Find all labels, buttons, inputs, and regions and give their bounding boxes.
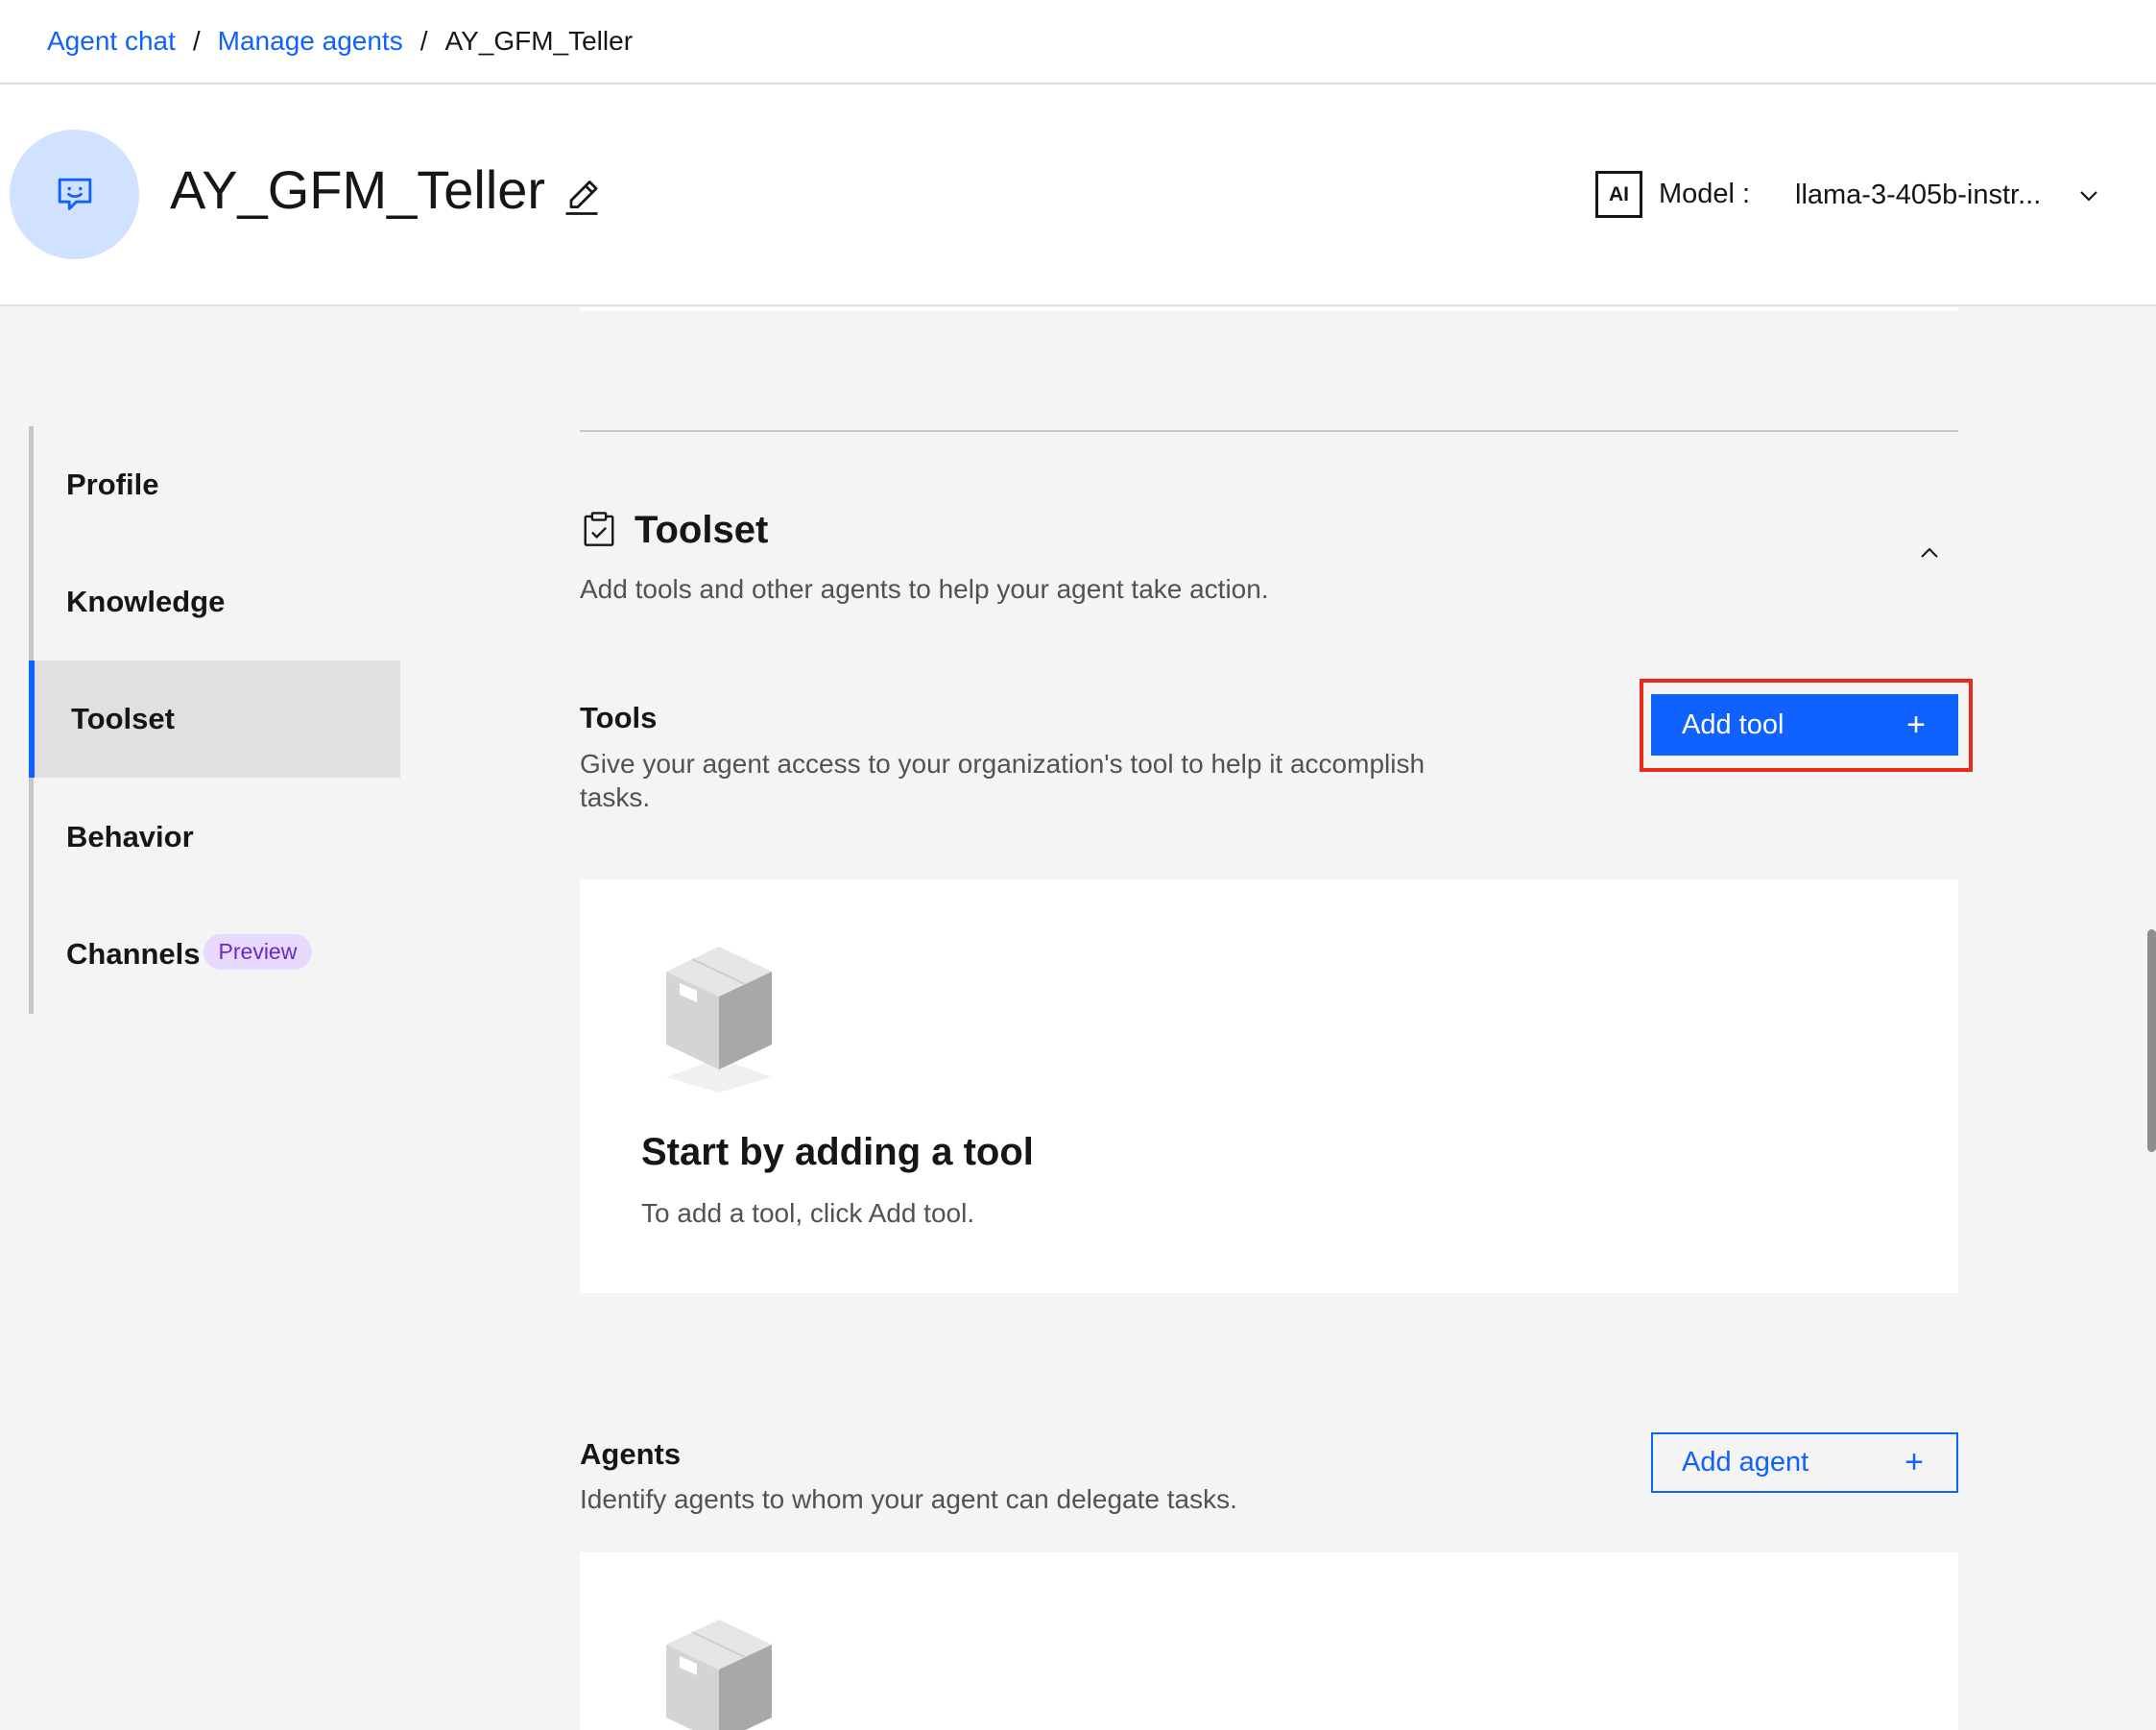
add-tool-button[interactable]: Add tool + (1651, 694, 1958, 756)
plus-icon: + (1904, 1444, 1924, 1480)
tools-empty-state: Start by adding a tool To add a tool, cl… (580, 879, 1958, 1293)
chevron-up-icon[interactable] (1914, 538, 1945, 568)
agents-description: Identify agents to whom your agent can d… (580, 1484, 1237, 1514)
sidenav-item-label: Toolset (71, 702, 175, 735)
preview-tag: Preview (203, 933, 313, 970)
tools-empty-description: To add a tool, click Add tool. (641, 1198, 975, 1228)
agent-avatar (10, 130, 139, 259)
breadcrumb-separator: / (192, 26, 201, 56)
card-edge (580, 307, 1958, 311)
breadcrumb-separator: / (419, 26, 428, 56)
breadcrumb-agent-chat[interactable]: Agent chat (47, 26, 176, 57)
section-divider (580, 430, 1958, 432)
sidenav-item-behavior[interactable]: Behavior (29, 779, 400, 896)
breadcrumb-manage-agents[interactable]: Manage agents (218, 26, 403, 57)
sidenav-item-toolset[interactable]: Toolset (29, 661, 400, 778)
breadcrumb: Agent chat / Manage agents / AY_GFM_Tell… (0, 0, 2156, 84)
tools-description: Give your agent access to your organizat… (580, 749, 1425, 812)
sidenav-item-profile[interactable]: Profile (29, 426, 400, 543)
agent-name-title: AY_GFM_Teller (170, 159, 546, 220)
agent-header: AY_GFM_Teller AI Model : llama-3-405b-in… (0, 84, 2156, 306)
model-label: Model : (1659, 179, 1751, 209)
breadcrumb-current: AY_GFM_Teller (444, 26, 634, 56)
sidenav-item-channels[interactable]: Channels Preview (29, 896, 400, 1013)
add-agent-label: Add agent (1682, 1447, 1809, 1478)
scrollbar-thumb[interactable] (2147, 929, 2156, 1152)
model-selected-value: llama-3-405b-instr... (1795, 179, 2042, 210)
clipboard-check-icon (584, 512, 614, 546)
model-dropdown[interactable]: llama-3-405b-instr... (1776, 163, 2112, 227)
side-navigation: Profile Knowledge Toolset Behavior Chann… (29, 426, 400, 1014)
sidenav-item-label: Channels (66, 937, 201, 971)
chevron-down-icon (2080, 191, 2097, 202)
sidenav-item-label: Behavior (66, 820, 194, 853)
chat-bot-icon (58, 178, 91, 210)
ai-badge-icon: AI (1595, 171, 1642, 218)
sidenav-item-knowledge[interactable]: Knowledge (29, 543, 400, 661)
toolset-section-description: Add tools and other agents to help your … (580, 574, 1269, 604)
add-agent-button[interactable]: Add agent + (1651, 1432, 1958, 1493)
tools-heading: Tools (580, 701, 658, 734)
tools-empty-title: Start by adding a tool (641, 1131, 1034, 1173)
add-tool-label: Add tool (1682, 709, 1785, 740)
sidenav-item-label: Profile (66, 468, 159, 501)
package-box-icon (666, 947, 772, 1093)
agents-empty-state (580, 1552, 1958, 1730)
sidenav-item-label: Knowledge (66, 585, 226, 618)
plus-icon: + (1906, 706, 1926, 743)
edit-pencil-icon[interactable] (561, 177, 603, 219)
agents-heading: Agents (580, 1437, 682, 1471)
toolset-section-title: Toolset (635, 509, 769, 551)
package-box-icon (666, 1620, 772, 1730)
